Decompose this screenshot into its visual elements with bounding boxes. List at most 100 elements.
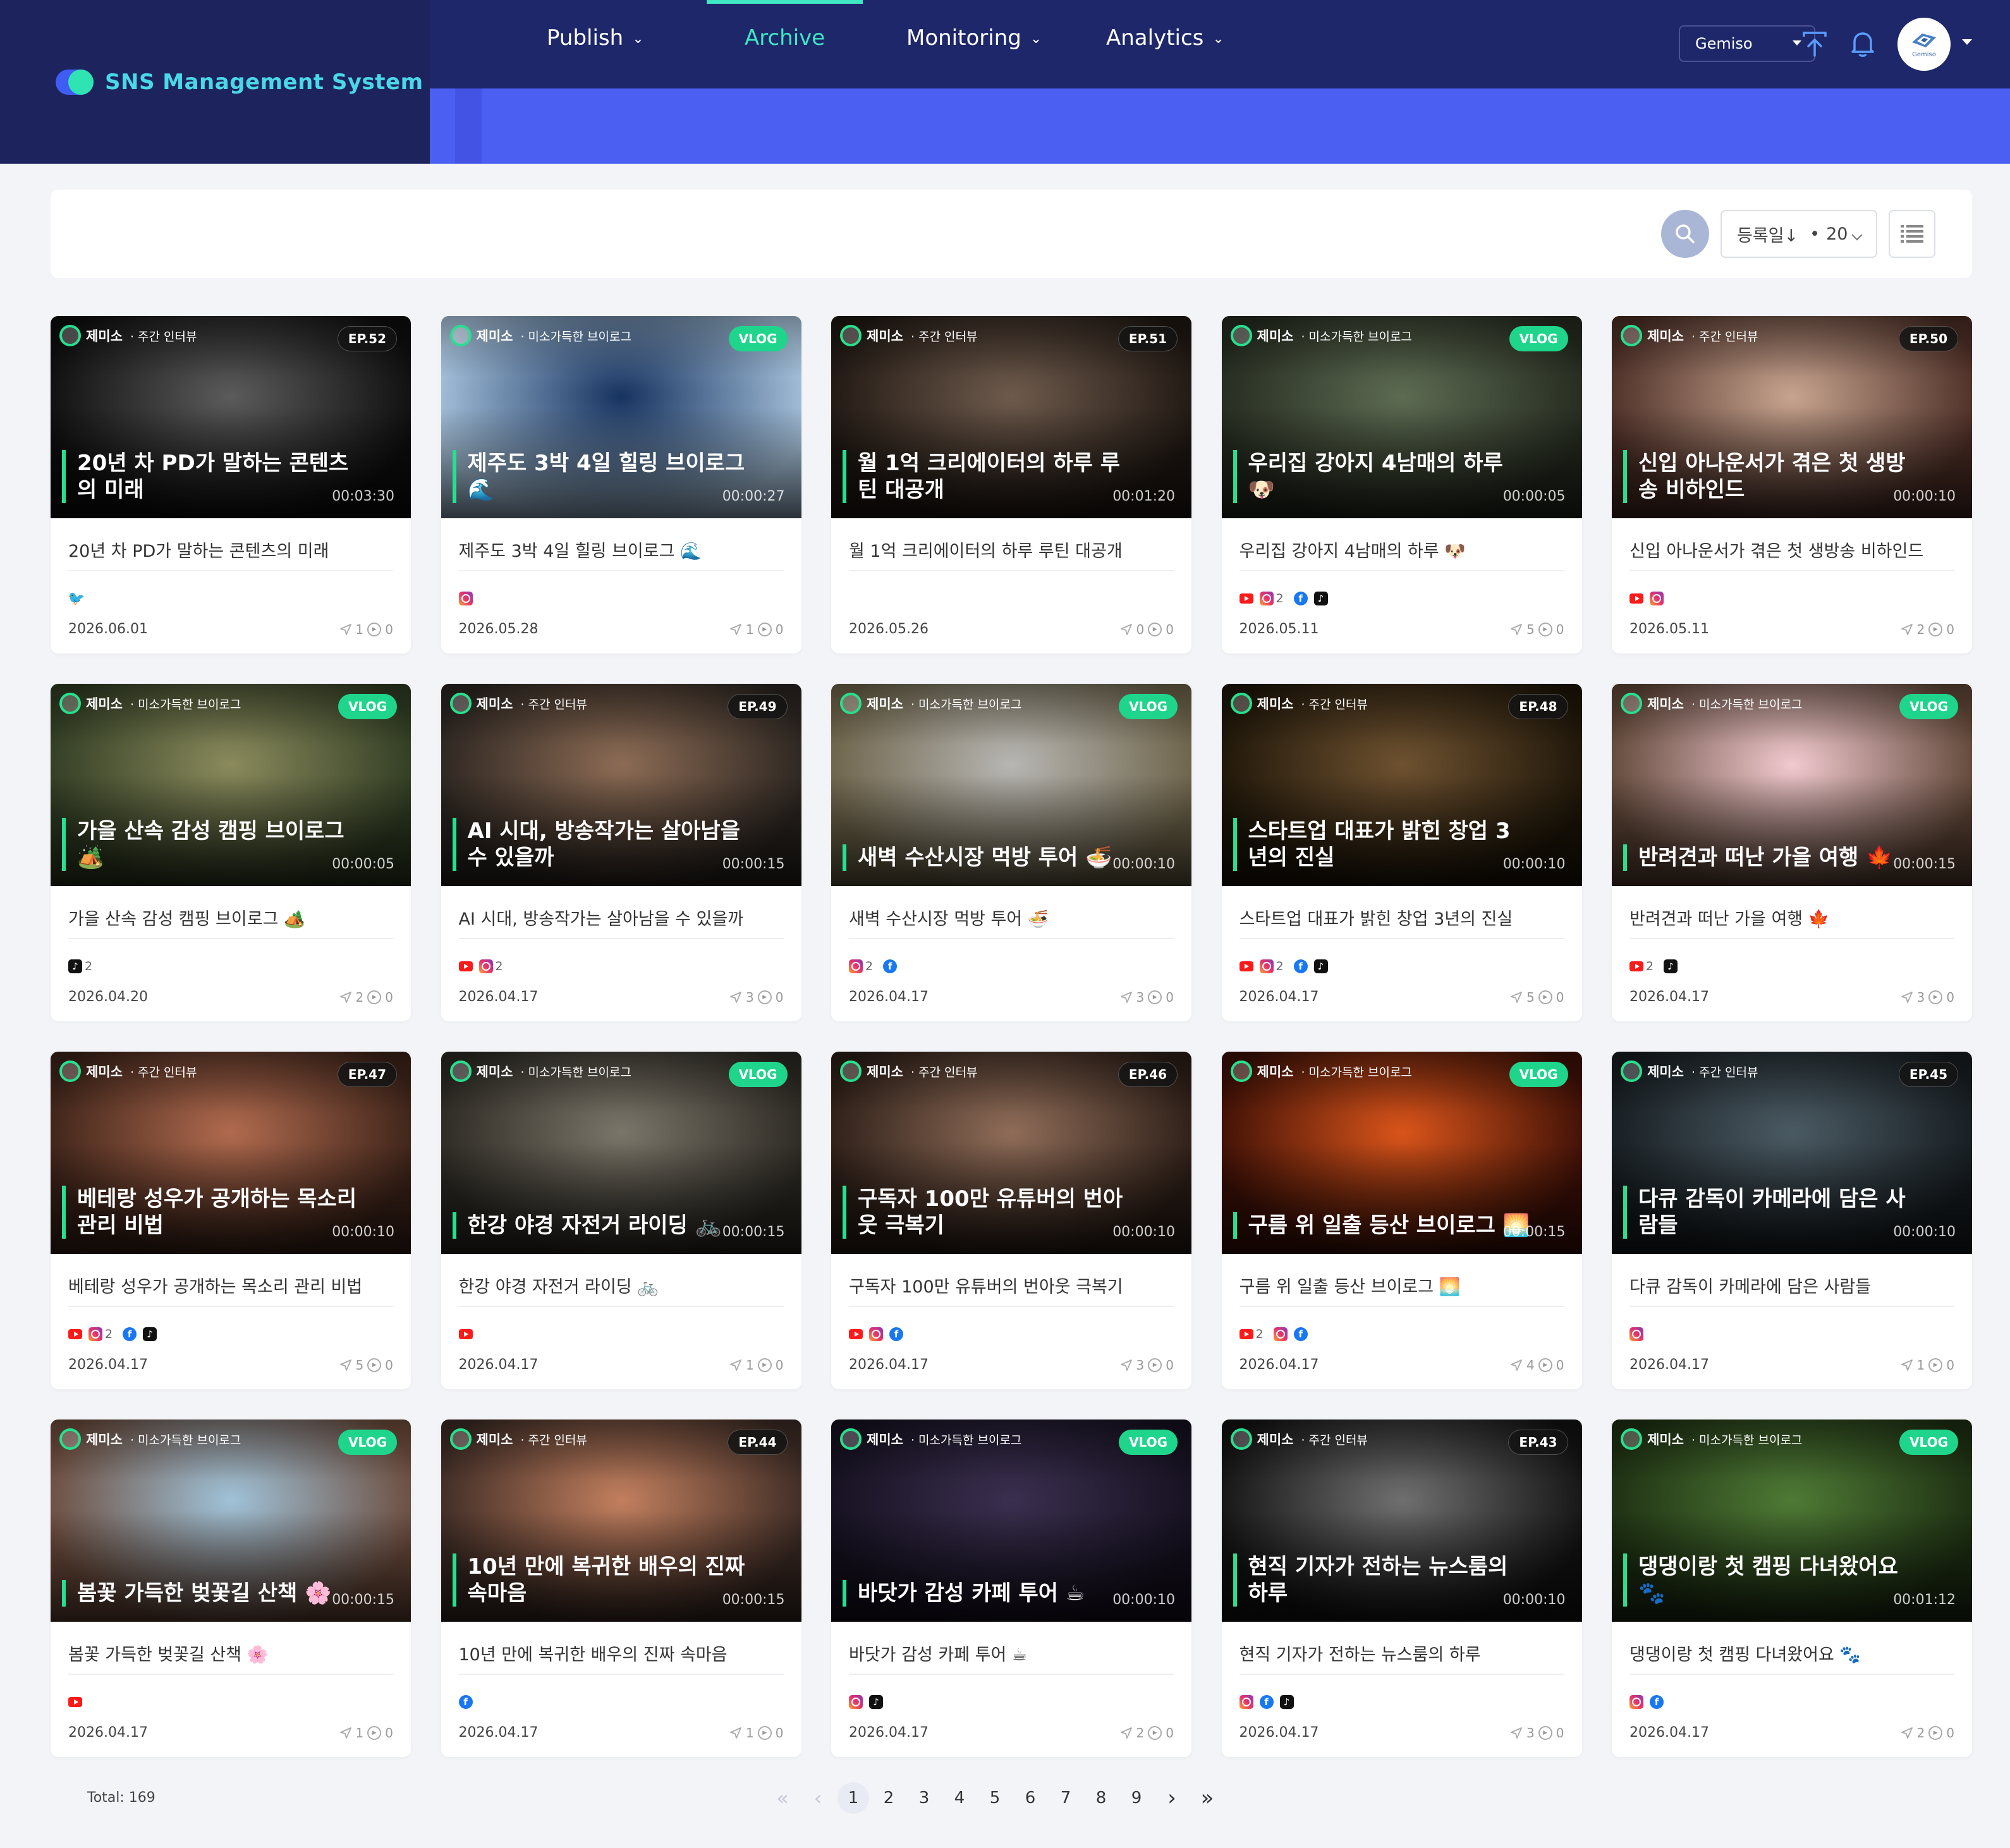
- content-card[interactable]: 제미소 · 주간 인터뷰 EP.49 AI 시대, 방송작가는 살아남을 수 있…: [441, 684, 801, 1021]
- page-2-button[interactable]: 2: [871, 1780, 906, 1816]
- thumbnail[interactable]: 제미소 · 미소가득한 브이로그 VLOG 우리집 강아지 4남매의 하루 🐶 …: [1221, 316, 1582, 518]
- thumbnail[interactable]: 제미소 · 미소가득한 브이로그 VLOG 댕댕이랑 첫 캠핑 다녀왔어요 🐾 …: [1612, 1419, 1972, 1622]
- page-7-button[interactable]: 7: [1048, 1780, 1083, 1816]
- publish-date: 2026.04.17: [1629, 1357, 1709, 1373]
- workspace-select[interactable]: Gemiso: [1679, 25, 1815, 62]
- thumbnail-title: 신입 아나운서가 겪은 첫 생방송 비하인드: [1623, 450, 1920, 503]
- card-title[interactable]: 구독자 100만 유튜버의 번아웃 극복기: [849, 1273, 1174, 1307]
- card-title[interactable]: 반려견과 떠난 가을 여행 🍁: [1629, 905, 1954, 939]
- card-title[interactable]: 현직 기자가 전하는 뉴스룸의 하루: [1239, 1641, 1564, 1675]
- next-page-icon[interactable]: ›: [1154, 1780, 1190, 1816]
- content-card[interactable]: 제미소 · 미소가득한 브이로그 VLOG 바닷가 감성 카페 투어 ☕ 00:…: [831, 1419, 1191, 1757]
- card-title[interactable]: 봄꽃 가득한 벚꽃길 산책 🌸: [68, 1641, 393, 1675]
- card-stats: 3 ▶ 0: [1510, 1725, 1564, 1741]
- page-8-button[interactable]: 8: [1083, 1780, 1119, 1816]
- thumbnail-title: 스타트업 대표가 밝힌 창업 3년의 진실: [1233, 818, 1530, 871]
- thumbnail[interactable]: 제미소 · 주간 인터뷰 EP.44 10년 만에 복귀한 배우의 진짜 속마음…: [441, 1419, 801, 1622]
- nav-archive[interactable]: Archive: [706, 0, 863, 75]
- card-title[interactable]: 스타트업 대표가 밝힌 창업 3년의 진실: [1239, 905, 1564, 939]
- page-1-button[interactable]: 1: [838, 1782, 869, 1814]
- card-title[interactable]: 제주도 3박 4일 힐링 브이로그 🌊: [458, 537, 784, 571]
- content-card[interactable]: 제미소 · 주간 인터뷰 EP.45 다큐 감독이 카메라에 담은 사람들 00…: [1612, 1052, 1972, 1389]
- duration-label: 00:00:15: [722, 856, 785, 872]
- duration-label: 00:00:10: [1893, 489, 1956, 504]
- duration-label: 00:00:15: [1502, 1224, 1566, 1240]
- card-title[interactable]: 다큐 감독이 카메라에 담은 사람들: [1629, 1273, 1954, 1307]
- card-title[interactable]: 댕댕이랑 첫 캠핑 다녀왔어요 🐾: [1629, 1641, 1954, 1675]
- thumbnail[interactable]: 제미소 · 미소가득한 브이로그 VLOG 봄꽃 가득한 벚꽃길 산책 🌸 00…: [51, 1419, 411, 1622]
- content-card[interactable]: 제미소 · 주간 인터뷰 EP.50 신입 아나운서가 겪은 첫 생방송 비하인…: [1612, 316, 1972, 653]
- card-title[interactable]: 베테랑 성우가 공개하는 목소리 관리 비법: [68, 1273, 393, 1307]
- thumbnail[interactable]: 제미소 · 주간 인터뷰 EP.51 월 1억 크리에이터의 하루 루틴 대공개…: [831, 316, 1191, 518]
- thumbnail[interactable]: 제미소 · 미소가득한 브이로그 VLOG 구름 위 일출 등산 브이로그 🌅 …: [1221, 1052, 1582, 1254]
- card-title[interactable]: AI 시대, 방송작가는 살아남을 수 있을까: [458, 905, 784, 939]
- content-card[interactable]: 제미소 · 미소가득한 브이로그 VLOG 제주도 3박 4일 힐링 브이로그 …: [441, 316, 801, 653]
- nav-monitoring[interactable]: Monitoring ⌄: [906, 0, 1042, 75]
- card-title[interactable]: 바닷가 감성 카페 투어 ☕: [849, 1641, 1174, 1675]
- content-card[interactable]: 제미소 · 주간 인터뷰 EP.52 20년 차 PD가 말하는 콘텐츠의 미래…: [51, 316, 411, 653]
- thumbnail[interactable]: 제미소 · 주간 인터뷰 EP.47 베테랑 성우가 공개하는 목소리 관리 비…: [51, 1052, 411, 1254]
- upload-icon[interactable]: [1799, 28, 1830, 59]
- thumbnail[interactable]: 제미소 · 주간 인터뷰 EP.52 20년 차 PD가 말하는 콘텐츠의 미래…: [51, 316, 411, 518]
- thumbnail[interactable]: 제미소 · 미소가득한 브이로그 VLOG 가을 산속 감성 캠핑 브이로그 🏕…: [51, 684, 411, 886]
- card-title[interactable]: 새벽 수산시장 먹방 투어 🍜: [849, 905, 1174, 939]
- card-title[interactable]: 월 1억 크리에이터의 하루 루틴 대공개: [849, 537, 1174, 571]
- last-page-icon[interactable]: »: [1190, 1780, 1225, 1816]
- list-view-button[interactable]: [1889, 210, 1935, 258]
- content-card[interactable]: 제미소 · 주간 인터뷰 EP.48 스타트업 대표가 밝힌 창업 3년의 진실…: [1221, 684, 1582, 1021]
- nav-analytics[interactable]: Analytics ⌄: [1106, 0, 1224, 75]
- channel-avatar: [449, 693, 472, 714]
- content-card[interactable]: 제미소 · 미소가득한 브이로그 VLOG 봄꽃 가득한 벚꽃길 산책 🌸 00…: [51, 1419, 411, 1757]
- thumbnail[interactable]: 제미소 · 주간 인터뷰 EP.50 신입 아나운서가 겪은 첫 생방송 비하인…: [1612, 316, 1972, 518]
- card-title[interactable]: 한강 야경 자전거 라이딩 🚲: [458, 1273, 784, 1307]
- content-card[interactable]: 제미소 · 미소가득한 브이로그 VLOG 우리집 강아지 4남매의 하루 🐶 …: [1221, 316, 1582, 653]
- page-3-button[interactable]: 3: [906, 1780, 942, 1816]
- content-card[interactable]: 제미소 · 미소가득한 브이로그 VLOG 반려견과 떠난 가을 여행 🍁 00…: [1612, 684, 1972, 1021]
- card-title[interactable]: 우리집 강아지 4남매의 하루 🐶: [1239, 537, 1564, 571]
- channel-label: 제미소 · 주간 인터뷰: [1230, 693, 1368, 714]
- thumbnail-title: AI 시대, 방송작가는 살아남을 수 있을까: [452, 818, 750, 871]
- content-card[interactable]: 제미소 · 미소가득한 브이로그 VLOG 새벽 수산시장 먹방 투어 🍜 00…: [831, 684, 1191, 1021]
- content-card[interactable]: 제미소 · 미소가득한 브이로그 VLOG 가을 산속 감성 캠핑 브이로그 🏕…: [51, 684, 411, 1021]
- content-card[interactable]: 제미소 · 주간 인터뷰 EP.44 10년 만에 복귀한 배우의 진짜 속마음…: [441, 1419, 801, 1757]
- card-title[interactable]: 20년 차 PD가 말하는 콘텐츠의 미래: [68, 537, 393, 571]
- page-9-button[interactable]: 9: [1119, 1780, 1154, 1816]
- prev-page-icon[interactable]: ‹: [800, 1780, 836, 1816]
- thumbnail[interactable]: 제미소 · 미소가득한 브이로그 VLOG 제주도 3박 4일 힐링 브이로그 …: [441, 316, 801, 518]
- page-5-button[interactable]: 5: [977, 1780, 1013, 1816]
- content-card[interactable]: 제미소 · 주간 인터뷰 EP.47 베테랑 성우가 공개하는 목소리 관리 비…: [51, 1052, 411, 1389]
- first-page-icon[interactable]: «: [765, 1780, 800, 1816]
- card-title[interactable]: 10년 만에 복귀한 배우의 진짜 속마음: [458, 1641, 784, 1675]
- card-stats: 2 ▶ 0: [1901, 621, 1954, 637]
- thumbnail[interactable]: 제미소 · 미소가득한 브이로그 VLOG 반려견과 떠난 가을 여행 🍁 00…: [1612, 684, 1972, 886]
- card-title[interactable]: 신입 아나운서가 겪은 첫 생방송 비하인드: [1629, 537, 1954, 571]
- content-card[interactable]: 제미소 · 주간 인터뷰 EP.43 현직 기자가 전하는 뉴스룸의 하루 00…: [1221, 1419, 1582, 1757]
- thumbnail[interactable]: 제미소 · 주간 인터뷰 EP.49 AI 시대, 방송작가는 살아남을 수 있…: [441, 684, 801, 886]
- user-avatar[interactable]: Gemiso: [1897, 18, 1951, 71]
- card-title[interactable]: 가을 산속 감성 캠핑 브이로그 🏕️: [68, 905, 393, 939]
- play-circle-icon: ▶: [1148, 1725, 1162, 1740]
- thumbnail[interactable]: 제미소 · 주간 인터뷰 EP.48 스타트업 대표가 밝힌 창업 3년의 진실…: [1221, 684, 1582, 886]
- thumbnail[interactable]: 제미소 · 미소가득한 브이로그 VLOG 새벽 수산시장 먹방 투어 🍜 00…: [831, 684, 1191, 886]
- search-button[interactable]: [1661, 210, 1709, 258]
- content-card[interactable]: 제미소 · 주간 인터뷰 EP.46 구독자 100만 유튜버의 번아웃 극복기…: [831, 1052, 1191, 1389]
- bell-icon[interactable]: [1847, 28, 1879, 59]
- page-6-button[interactable]: 6: [1013, 1780, 1048, 1816]
- content-card[interactable]: 제미소 · 미소가득한 브이로그 VLOG 구름 위 일출 등산 브이로그 🌅 …: [1221, 1052, 1582, 1389]
- content-card[interactable]: 제미소 · 미소가득한 브이로그 VLOG 한강 야경 자전거 라이딩 🚲 00…: [441, 1052, 801, 1389]
- nav-publish[interactable]: Publish ⌄: [547, 0, 644, 75]
- thumbnail[interactable]: 제미소 · 주간 인터뷰 EP.46 구독자 100만 유튜버의 번아웃 극복기…: [831, 1052, 1191, 1254]
- card-title[interactable]: 구름 위 일출 등산 브이로그 🌅: [1239, 1273, 1564, 1307]
- episode-badge: EP.51: [1118, 326, 1178, 351]
- content-card[interactable]: 제미소 · 미소가득한 브이로그 VLOG 댕댕이랑 첫 캠핑 다녀왔어요 🐾 …: [1612, 1419, 1972, 1757]
- caret-down-icon[interactable]: [1962, 39, 1972, 45]
- sort-select[interactable]: 등록일↓ • 20: [1721, 210, 1877, 258]
- thumbnail[interactable]: 제미소 · 미소가득한 브이로그 VLOG 바닷가 감성 카페 투어 ☕ 00:…: [831, 1419, 1191, 1622]
- thumbnail[interactable]: 제미소 · 주간 인터뷰 EP.43 현직 기자가 전하는 뉴스룸의 하루 00…: [1221, 1419, 1582, 1622]
- thumbnail[interactable]: 제미소 · 주간 인터뷰 EP.45 다큐 감독이 카메라에 담은 사람들 00…: [1612, 1052, 1972, 1254]
- thumbnail[interactable]: 제미소 · 미소가득한 브이로그 VLOG 한강 야경 자전거 라이딩 🚲 00…: [441, 1052, 801, 1254]
- thumbnail-title: 제주도 3박 4일 힐링 브이로그 🌊: [452, 450, 750, 503]
- page-4-button[interactable]: 4: [942, 1780, 977, 1816]
- content-card[interactable]: 제미소 · 주간 인터뷰 EP.51 월 1억 크리에이터의 하루 루틴 대공개…: [831, 316, 1191, 653]
- twitter-icon: 🐦: [68, 590, 85, 607]
